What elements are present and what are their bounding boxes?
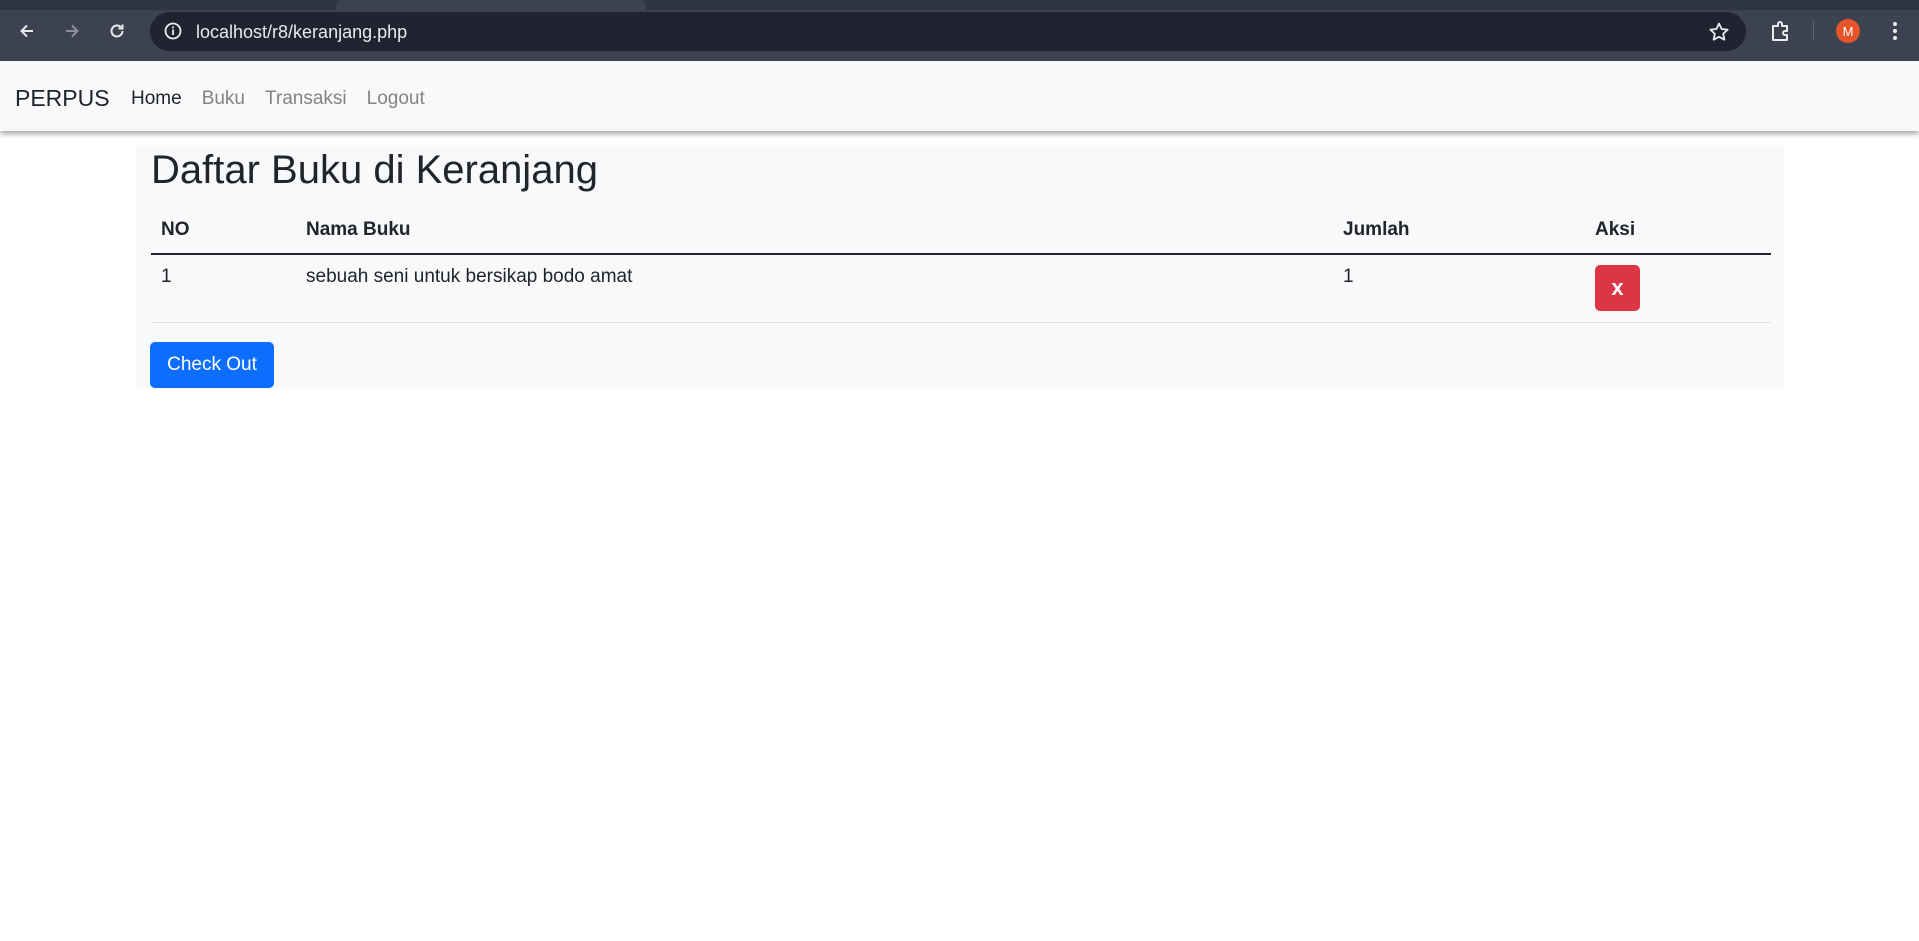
nav-link-buku[interactable]: Buku — [202, 88, 245, 110]
nav-link-home[interactable]: Home — [131, 88, 182, 110]
profile-avatar[interactable]: M — [1836, 19, 1860, 43]
cell-action: x — [1585, 254, 1771, 323]
checkout-button[interactable]: Check Out — [150, 342, 274, 388]
url-text[interactable]: localhost/r8/keranjang.php — [196, 22, 407, 43]
remove-item-button[interactable]: x — [1595, 265, 1640, 311]
reload-button[interactable] — [101, 15, 133, 47]
toolbar-divider — [1813, 21, 1814, 41]
bookmark-star-icon[interactable] — [1708, 21, 1730, 43]
table-row: 1 sebuah seni untuk bersikap bodo amat 1… — [151, 254, 1771, 323]
kebab-menu-icon[interactable] — [1884, 19, 1906, 43]
cell-no: 1 — [151, 254, 296, 323]
header-aksi: Aksi — [1585, 207, 1771, 255]
cart-table: NO Nama Buku Jumlah Aksi 1 sebuah seni u… — [151, 207, 1771, 323]
browser-toolbar: localhost/r8/keranjang.php M — [0, 0, 1919, 61]
nav-link-transaksi[interactable]: Transaksi — [265, 88, 347, 110]
tab-strip — [0, 0, 1919, 10]
back-button[interactable] — [11, 15, 43, 47]
arrow-right-icon — [66, 24, 79, 38]
brand-logo[interactable]: PERPUS — [15, 85, 110, 112]
arrow-left-icon — [20, 24, 33, 38]
nav-links: Home Buku Transaksi Logout — [131, 88, 445, 110]
active-tab[interactable] — [336, 0, 646, 10]
nav-link-logout[interactable]: Logout — [367, 88, 425, 110]
header-jumlah: Jumlah — [1333, 207, 1585, 255]
cart-panel: Daftar Buku di Keranjang NO Nama Buku Ju… — [136, 145, 1784, 389]
header-nama-buku: Nama Buku — [296, 207, 1333, 255]
reload-icon — [110, 24, 124, 38]
extensions-icon[interactable] — [1768, 18, 1794, 44]
cell-quantity: 1 — [1333, 254, 1585, 323]
header-no: NO — [151, 207, 296, 255]
address-bar[interactable]: localhost/r8/keranjang.php — [150, 12, 1746, 51]
app-navbar: PERPUS Home Buku Transaksi Logout — [0, 61, 1919, 131]
forward-button[interactable] — [56, 15, 88, 47]
page-title: Daftar Buku di Keranjang — [151, 148, 598, 192]
cell-book-name: sebuah seni untuk bersikap bodo amat — [296, 254, 1333, 323]
table-header-row: NO Nama Buku Jumlah Aksi — [151, 207, 1771, 255]
site-info-icon[interactable] — [163, 21, 183, 41]
